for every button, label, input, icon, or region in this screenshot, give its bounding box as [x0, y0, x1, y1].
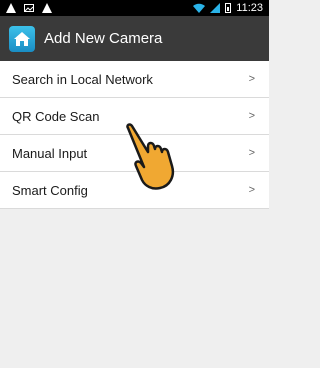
menu-item-label: Manual Input: [12, 145, 88, 161]
app-header: Add New Camera: [0, 16, 269, 61]
chevron-right-icon: >: [248, 110, 255, 122]
page-title: Add New Camera: [44, 30, 163, 47]
menu-item-label: QR Code Scan: [12, 108, 100, 124]
status-time: 11:23: [236, 2, 263, 14]
notification-icons: [6, 3, 52, 13]
menu-item-label: Search in Local Network: [12, 71, 153, 87]
menu-item-label: Smart Config: [12, 182, 88, 198]
system-icons: 11:23: [193, 2, 263, 14]
menu-item-search-local-network[interactable]: Search in Local Network >: [0, 61, 269, 98]
home-icon[interactable]: [9, 25, 35, 52]
warning-icon: [6, 3, 16, 13]
warning-icon: [42, 3, 52, 13]
battery-icon: [225, 3, 232, 13]
chevron-right-icon: >: [248, 184, 255, 196]
signal-icon: [210, 3, 221, 13]
status-bar: 11:23: [0, 0, 269, 16]
hand-pointer-icon: [126, 123, 175, 190]
image-icon: [24, 4, 34, 12]
chevron-right-icon: >: [248, 147, 255, 159]
wifi-icon: [193, 3, 206, 13]
chevron-right-icon: >: [248, 73, 255, 85]
